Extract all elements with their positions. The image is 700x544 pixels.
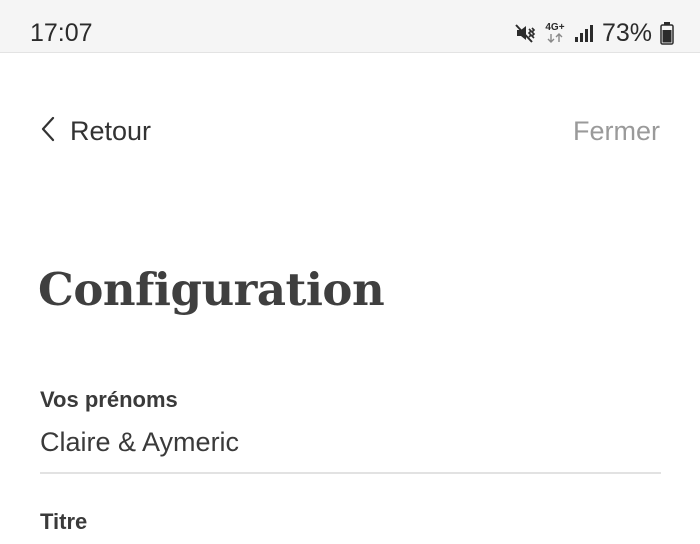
battery-percentage: 73% xyxy=(601,19,652,47)
title-field[interactable]: Titre xyxy=(40,508,661,536)
battery-icon xyxy=(660,21,674,45)
chevron-left-icon xyxy=(40,115,56,148)
close-button[interactable]: Fermer xyxy=(573,112,660,150)
first-names-field[interactable]: Vos prénoms Claire & Aymeric xyxy=(40,386,661,474)
back-button-label: Retour xyxy=(70,115,152,146)
signal-icon xyxy=(574,22,594,44)
title-label: Titre xyxy=(40,509,88,534)
status-bar: 17:07 4G+ 73% xyxy=(0,0,700,53)
mute-vibrate-icon xyxy=(514,22,536,44)
back-button[interactable]: Retour xyxy=(40,112,151,150)
status-icons: 4G+ 73% xyxy=(514,17,674,49)
network-data-icon: 4G+ xyxy=(544,23,566,43)
status-time: 17:07 xyxy=(30,19,93,47)
network-type-label: 4G+ xyxy=(545,22,565,33)
first-names-input[interactable]: Claire & Aymeric xyxy=(40,424,661,474)
first-names-label: Vos prénoms xyxy=(40,387,178,412)
page-title: Configuration xyxy=(38,263,385,316)
